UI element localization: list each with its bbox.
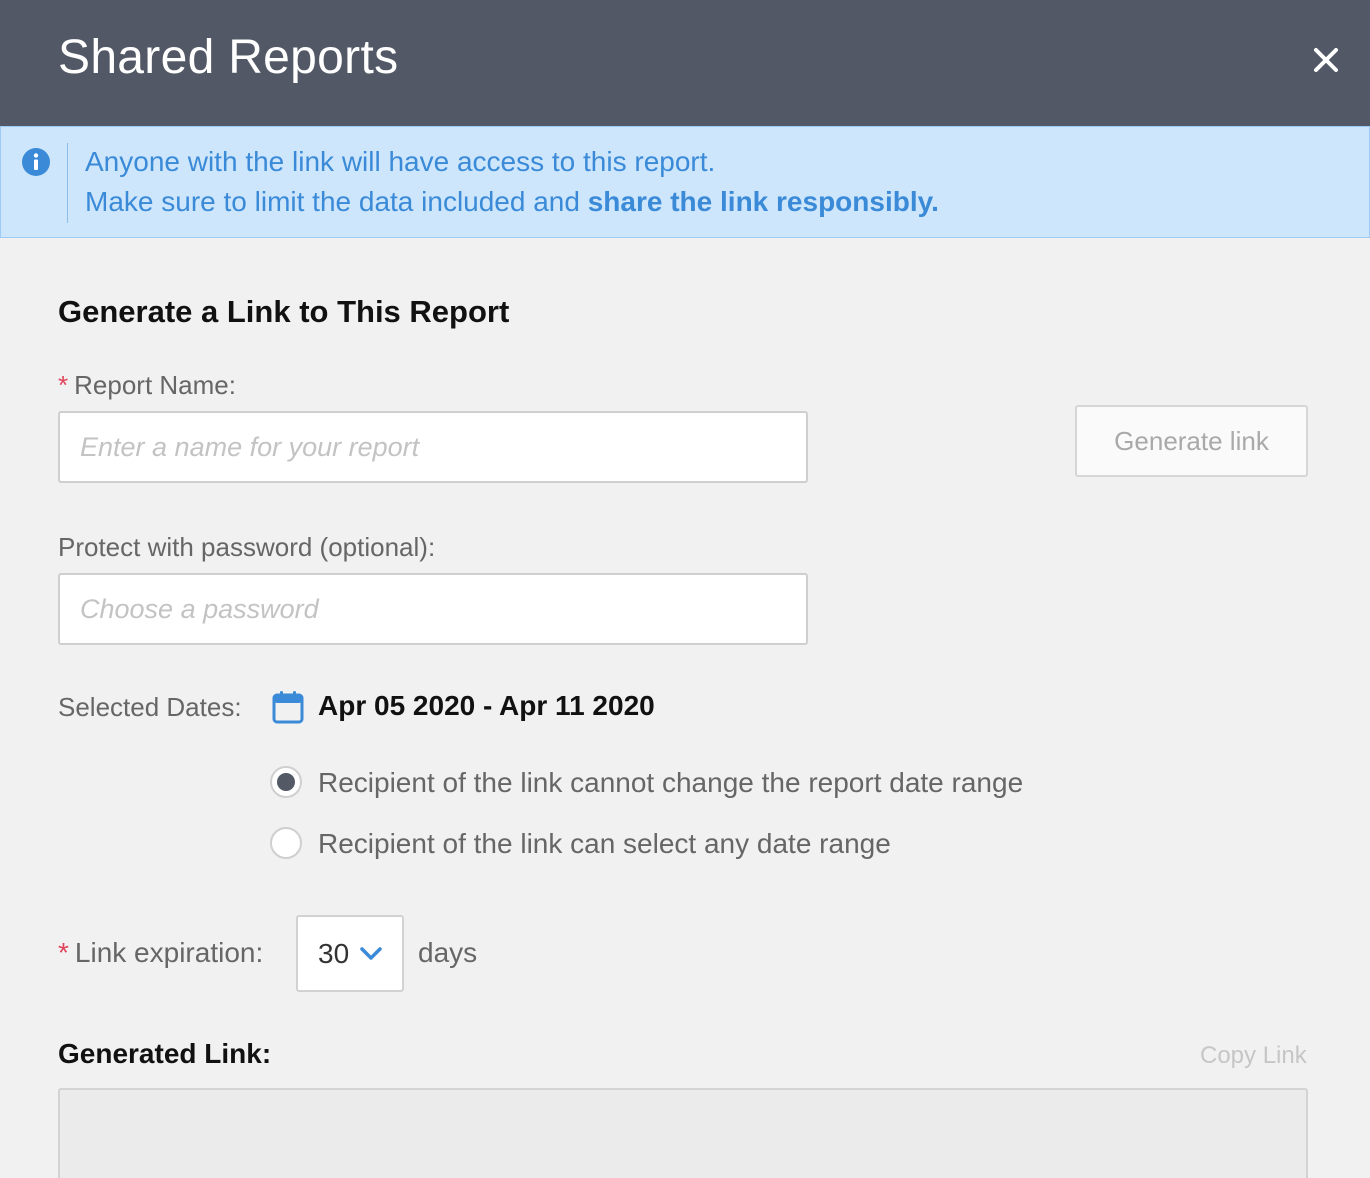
banner-line-2: Make sure to limit the data included and… bbox=[85, 186, 939, 218]
required-marker: * bbox=[58, 937, 69, 968]
expiration-value: 30 bbox=[318, 937, 350, 969]
password-label: Protect with password (optional): bbox=[58, 532, 436, 562]
report-name-label: * Report Name: bbox=[58, 370, 236, 401]
close-button[interactable] bbox=[1304, 38, 1348, 82]
generated-link-label: Generated Link: bbox=[58, 1038, 272, 1069]
expiration-select[interactable]: 30 bbox=[296, 915, 404, 992]
banner-line-2-text: Make sure to limit the data included and bbox=[85, 186, 588, 217]
info-icon bbox=[22, 148, 50, 176]
radio-fixed-range[interactable] bbox=[270, 766, 302, 798]
close-icon bbox=[1314, 48, 1338, 72]
banner-divider bbox=[67, 143, 68, 223]
generate-link-button[interactable]: Generate link bbox=[1075, 405, 1308, 477]
banner-emphasis: share the link responsibly. bbox=[587, 186, 939, 217]
modal-header: Shared Reports bbox=[0, 0, 1370, 126]
chevron-down-icon bbox=[360, 946, 382, 960]
link-expiration-label: * Link expiration: bbox=[58, 937, 263, 969]
modal-title: Shared Reports bbox=[58, 31, 399, 84]
generated-link-field[interactable] bbox=[58, 1088, 1308, 1178]
password-input[interactable] bbox=[58, 573, 808, 645]
selected-dates-label: Selected Dates: bbox=[58, 692, 242, 722]
radio-any-range-label[interactable]: Recipient of the link can select any dat… bbox=[318, 828, 891, 860]
required-marker: * bbox=[58, 370, 69, 400]
copy-link-button[interactable]: Copy Link bbox=[1200, 1042, 1307, 1070]
link-expiration-label-text: Link expiration: bbox=[74, 937, 264, 968]
calendar-icon[interactable] bbox=[272, 690, 304, 724]
expiration-unit: days bbox=[418, 937, 478, 968]
date-range-value[interactable]: Apr 05 2020 - Apr 11 2020 bbox=[318, 690, 655, 722]
radio-any-range[interactable] bbox=[270, 827, 302, 859]
info-banner: Anyone with the link will have access to… bbox=[0, 126, 1370, 238]
banner-line-1: Anyone with the link will have access to… bbox=[85, 146, 716, 177]
report-name-input[interactable] bbox=[58, 411, 808, 483]
radio-fixed-range-label[interactable]: Recipient of the link cannot change the … bbox=[318, 767, 1023, 799]
report-name-label-text: Report Name: bbox=[74, 370, 236, 400]
section-title: Generate a Link to This Report bbox=[58, 294, 510, 329]
